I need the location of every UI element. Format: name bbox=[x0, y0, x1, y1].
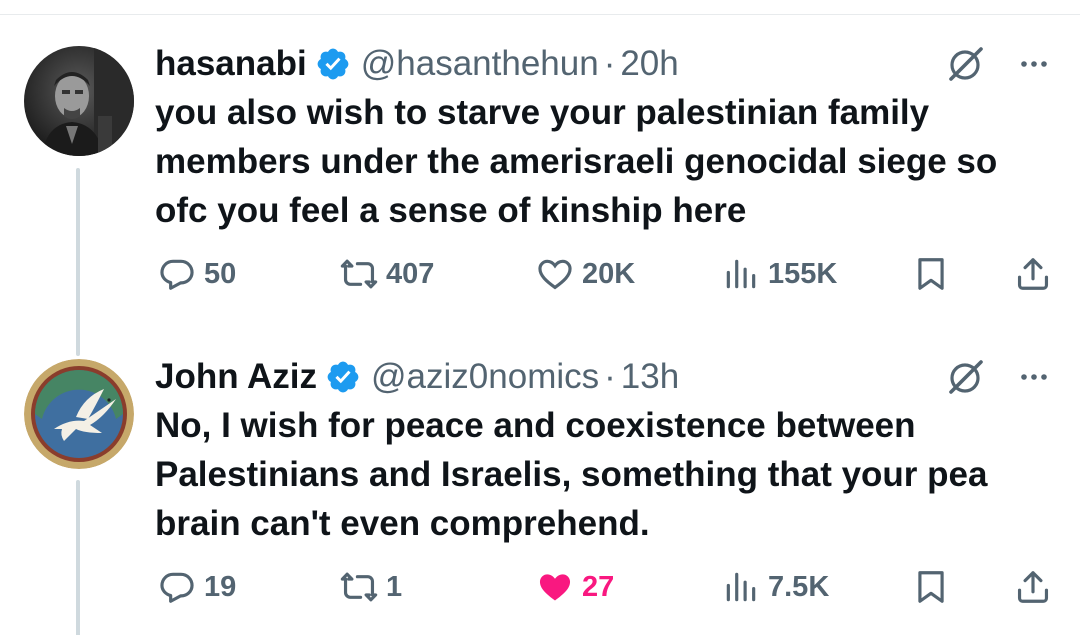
views-count: 155K bbox=[768, 257, 838, 290]
tweet-header: hasanabi @hasanthehun · 20h bbox=[155, 42, 1052, 86]
repost-icon bbox=[340, 572, 378, 602]
reply-button[interactable]: 19 bbox=[158, 565, 236, 609]
display-name[interactable]: John Aziz bbox=[155, 357, 317, 397]
share-icon bbox=[1017, 571, 1049, 603]
timestamp[interactable]: 13h bbox=[621, 357, 679, 397]
like-icon bbox=[538, 259, 572, 290]
reply-count: 19 bbox=[204, 570, 237, 603]
like-button[interactable]: 27 bbox=[536, 565, 614, 609]
share-button[interactable] bbox=[1014, 252, 1052, 296]
user-handle[interactable]: @hasanthehun bbox=[361, 44, 599, 84]
bookmark-icon bbox=[918, 571, 944, 603]
repost-count: 1 bbox=[386, 570, 403, 603]
header-actions bbox=[946, 355, 1052, 399]
avatar[interactable] bbox=[24, 46, 134, 156]
action-bar: 19 1 27 7.5K bbox=[0, 565, 1080, 609]
grok-icon[interactable] bbox=[946, 44, 986, 84]
display-name[interactable]: hasanabi bbox=[155, 44, 307, 84]
repost-button[interactable]: 1 bbox=[340, 565, 402, 609]
user-handle[interactable]: @aziz0nomics bbox=[371, 357, 599, 397]
timestamp[interactable]: 20h bbox=[620, 44, 678, 84]
like-count: 27 bbox=[582, 570, 615, 603]
views-button[interactable]: 155K bbox=[722, 252, 837, 296]
tweet[interactable]: John Aziz @aziz0nomics · 13h No, I wish … bbox=[0, 355, 1080, 635]
reply-icon bbox=[160, 572, 194, 603]
bookmark-button[interactable] bbox=[912, 565, 950, 609]
more-icon[interactable] bbox=[1016, 46, 1052, 82]
grok-icon[interactable] bbox=[946, 357, 986, 397]
repost-button[interactable]: 407 bbox=[340, 252, 434, 296]
more-icon[interactable] bbox=[1016, 359, 1052, 395]
tweet-content: hasanabi @hasanthehun · 20h you also wis… bbox=[155, 42, 1052, 235]
avatar[interactable] bbox=[24, 359, 134, 469]
reply-icon bbox=[160, 259, 194, 290]
top-divider bbox=[0, 14, 1080, 15]
bookmark-icon bbox=[918, 258, 944, 290]
reply-button[interactable]: 50 bbox=[158, 252, 236, 296]
like-button[interactable]: 20K bbox=[536, 252, 635, 296]
tweet-text: you also wish to starve your palestinian… bbox=[155, 93, 998, 230]
tweet-content: John Aziz @aziz0nomics · 13h No, I wish … bbox=[155, 355, 1052, 548]
views-button[interactable]: 7.5K bbox=[722, 565, 829, 609]
verified-badge-icon bbox=[327, 361, 359, 393]
header-actions bbox=[946, 42, 1052, 86]
verified-badge-icon bbox=[317, 48, 349, 80]
like-icon bbox=[539, 574, 571, 601]
separator-dot: · bbox=[603, 44, 616, 83]
bookmark-button[interactable] bbox=[912, 252, 950, 296]
like-count: 20K bbox=[582, 257, 636, 290]
separator-dot: · bbox=[604, 357, 616, 396]
share-button[interactable] bbox=[1014, 565, 1052, 609]
views-count: 7.5K bbox=[768, 570, 830, 603]
action-bar: 50 407 20K 155K bbox=[0, 252, 1080, 296]
views-icon bbox=[726, 572, 756, 602]
repost-icon bbox=[340, 259, 378, 289]
share-icon bbox=[1017, 258, 1049, 290]
reply-count: 50 bbox=[204, 257, 237, 290]
tweet-text: No, I wish for peace and coexistence bet… bbox=[155, 406, 988, 543]
views-icon bbox=[726, 259, 756, 289]
repost-count: 407 bbox=[386, 257, 435, 290]
tweet[interactable]: hasanabi @hasanthehun · 20h you also wis… bbox=[0, 42, 1080, 342]
tweet-header: John Aziz @aziz0nomics · 13h bbox=[155, 355, 1052, 399]
